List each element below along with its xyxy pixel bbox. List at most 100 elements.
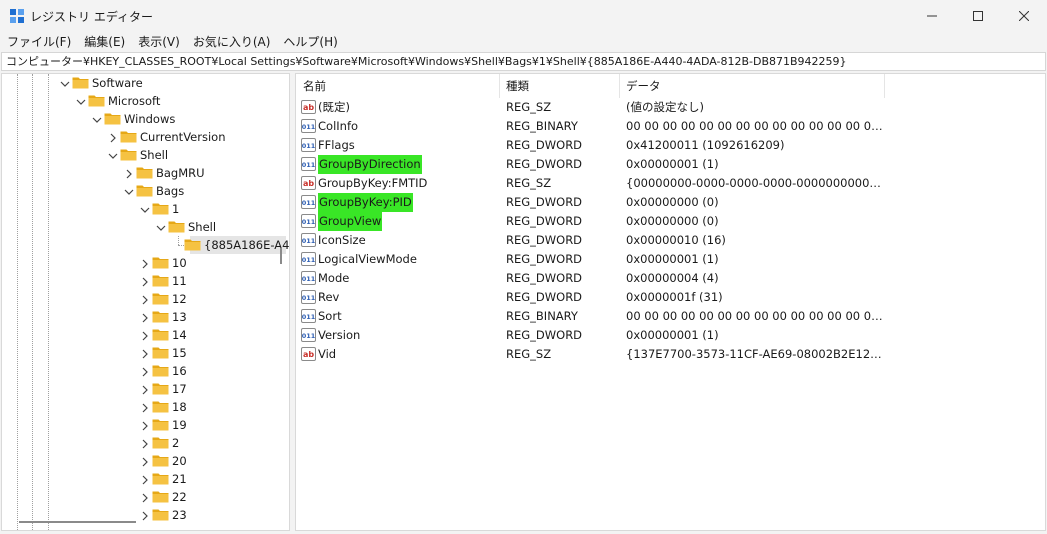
binary-value-icon: 011 xyxy=(301,119,316,133)
chevron-down-icon[interactable] xyxy=(140,204,150,214)
chevron-right-icon[interactable] xyxy=(140,258,150,269)
menu-file[interactable]: ファイル(F) xyxy=(7,33,71,50)
tree-horizontal-scrollbar-thumb[interactable] xyxy=(19,521,136,523)
tree-item[interactable]: Windows xyxy=(2,110,289,128)
tree-item[interactable]: Shell xyxy=(2,146,289,164)
chevron-down-icon[interactable] xyxy=(124,186,134,196)
value-data: (値の設定なし) xyxy=(626,100,704,114)
chevron-right-icon[interactable] xyxy=(140,456,150,467)
tree-item[interactable]: 21 xyxy=(2,470,289,488)
menu-help[interactable]: ヘルプ(H) xyxy=(283,33,337,50)
folder-icon xyxy=(168,220,185,233)
tree-item[interactable]: 17 xyxy=(2,380,289,398)
menu-favorites[interactable]: お気に入り(A) xyxy=(193,33,271,50)
tree-item[interactable]: CurrentVersion xyxy=(2,128,289,146)
value-row[interactable]: ab Vid REG_SZ {137E7700-3573-11CF-AE69-0800… xyxy=(296,345,1045,364)
value-row[interactable]: 011 Mode REG_DWORD 0x00000004 (4) xyxy=(296,269,1045,288)
value-row[interactable]: 011 ColInfo REG_BINARY 00 00 00 00 00 00 00… xyxy=(296,117,1045,136)
chevron-right-icon[interactable] xyxy=(108,132,118,143)
tree-item[interactable]: 18 xyxy=(2,398,289,416)
tree-item-label: CurrentVersion xyxy=(140,130,226,144)
tree-item[interactable]: Shell xyxy=(2,218,289,236)
folder-icon xyxy=(120,130,137,143)
value-row[interactable]: 011 IconSize REG_DWORD 0x00000010 (16) xyxy=(296,231,1045,250)
chevron-down-icon[interactable] xyxy=(156,222,166,232)
chevron-right-icon[interactable] xyxy=(140,276,150,287)
tree-item[interactable]: 10 xyxy=(2,254,289,272)
chevron-down-icon[interactable] xyxy=(60,78,70,88)
chevron-right-icon[interactable] xyxy=(140,438,150,449)
tree-item[interactable]: 11 xyxy=(2,272,289,290)
menu-edit[interactable]: 編集(E) xyxy=(84,33,125,50)
tree-item[interactable]: 14 xyxy=(2,326,289,344)
svg-text:ab: ab xyxy=(303,350,314,359)
value-row[interactable]: 011 FFlags REG_DWORD 0x41200011 (1092616209… xyxy=(296,136,1045,155)
folder-icon xyxy=(152,364,169,377)
column-divider[interactable] xyxy=(884,74,885,98)
tree-item[interactable]: {885A186E-A4 xyxy=(2,236,289,254)
chevron-right-icon[interactable] xyxy=(140,474,150,485)
address-bar[interactable]: コンピューター¥HKEY_CLASSES_ROOT¥Local Settings… xyxy=(1,52,1046,71)
tree-item[interactable]: 22 xyxy=(2,488,289,506)
value-type: REG_DWORD xyxy=(506,157,583,171)
tree-item[interactable]: 2 xyxy=(2,434,289,452)
chevron-right-icon[interactable] xyxy=(140,510,150,521)
column-header-data[interactable]: データ xyxy=(619,74,884,98)
tree-item[interactable]: Software xyxy=(2,74,289,92)
tree-item[interactable]: 12 xyxy=(2,290,289,308)
chevron-down-icon[interactable] xyxy=(76,96,86,106)
tree-item[interactable]: 20 xyxy=(2,452,289,470)
close-button[interactable] xyxy=(1001,0,1047,31)
svg-text:011: 011 xyxy=(302,332,316,340)
folder-icon xyxy=(152,400,169,413)
values-list-pane[interactable]: 名前 種類 データ ab (既定) REG_SZ (値の設定なし) 011 ColInfo… xyxy=(295,73,1046,531)
value-row[interactable]: ab (既定) REG_SZ (値の設定なし) xyxy=(296,98,1045,117)
folder-icon xyxy=(152,454,169,467)
value-row[interactable]: ab GroupByKey:FMTID REG_SZ {00000000-0000-0… xyxy=(296,174,1045,193)
chevron-right-icon[interactable] xyxy=(124,168,134,179)
value-row[interactable]: 011 Rev REG_DWORD 0x0000001f (31) xyxy=(296,288,1045,307)
minimize-button[interactable] xyxy=(909,0,955,31)
chevron-right-icon[interactable] xyxy=(140,384,150,395)
tree-item[interactable]: Bags xyxy=(2,182,289,200)
value-row[interactable]: 011 GroupView REG_DWORD 0x00000000 (0) xyxy=(296,212,1045,231)
chevron-right-icon[interactable] xyxy=(140,294,150,305)
key-tree-pane[interactable]: Software Microsoft Windows CurrentVersion Sh… xyxy=(1,73,290,531)
tree-item[interactable]: Microsoft xyxy=(2,92,289,110)
tree-item[interactable]: 16 xyxy=(2,362,289,380)
value-type: REG_DWORD xyxy=(506,252,583,266)
tree-vertical-scrollbar-thumb[interactable] xyxy=(280,248,282,264)
column-header-name[interactable]: 名前 xyxy=(296,74,499,98)
tree-item[interactable]: 13 xyxy=(2,308,289,326)
tree-item[interactable]: 15 xyxy=(2,344,289,362)
value-row[interactable]: 011 Sort REG_BINARY 00 00 00 00 00 00 00 00… xyxy=(296,307,1045,326)
folder-icon xyxy=(152,202,169,215)
value-row[interactable]: 011 Version REG_DWORD 0x00000001 (1) xyxy=(296,326,1045,345)
menu-view[interactable]: 表示(V) xyxy=(138,33,180,50)
chevron-right-icon[interactable] xyxy=(140,402,150,413)
column-header-type[interactable]: 種類 xyxy=(499,74,619,98)
tree-item[interactable]: 19 xyxy=(2,416,289,434)
value-row[interactable]: 011 LogicalViewMode REG_DWORD 0x00000001 (1… xyxy=(296,250,1045,269)
svg-text:011: 011 xyxy=(302,161,316,169)
svg-text:ab: ab xyxy=(303,179,314,188)
svg-text:011: 011 xyxy=(302,218,316,226)
minimize-icon xyxy=(927,15,937,16)
value-type: REG_SZ xyxy=(506,347,552,361)
chevron-right-icon[interactable] xyxy=(140,492,150,503)
chevron-down-icon[interactable] xyxy=(92,114,102,124)
value-data: 0x00000001 (1) xyxy=(626,252,719,266)
value-row[interactable]: 011 GroupByKey:PID REG_DWORD 0x00000000 (0) xyxy=(296,193,1045,212)
maximize-icon xyxy=(973,10,983,21)
tree-item[interactable]: 1 xyxy=(2,200,289,218)
value-name: Sort xyxy=(318,309,342,323)
value-row[interactable]: 011 GroupByDirection REG_DWORD 0x00000001 (… xyxy=(296,155,1045,174)
chevron-right-icon[interactable] xyxy=(140,348,150,359)
maximize-button[interactable] xyxy=(955,0,1001,31)
tree-item[interactable]: BagMRU xyxy=(2,164,289,182)
chevron-right-icon[interactable] xyxy=(140,420,150,431)
chevron-down-icon[interactable] xyxy=(108,150,118,160)
chevron-right-icon[interactable] xyxy=(140,330,150,341)
chevron-right-icon[interactable] xyxy=(140,312,150,323)
chevron-right-icon[interactable] xyxy=(140,366,150,377)
